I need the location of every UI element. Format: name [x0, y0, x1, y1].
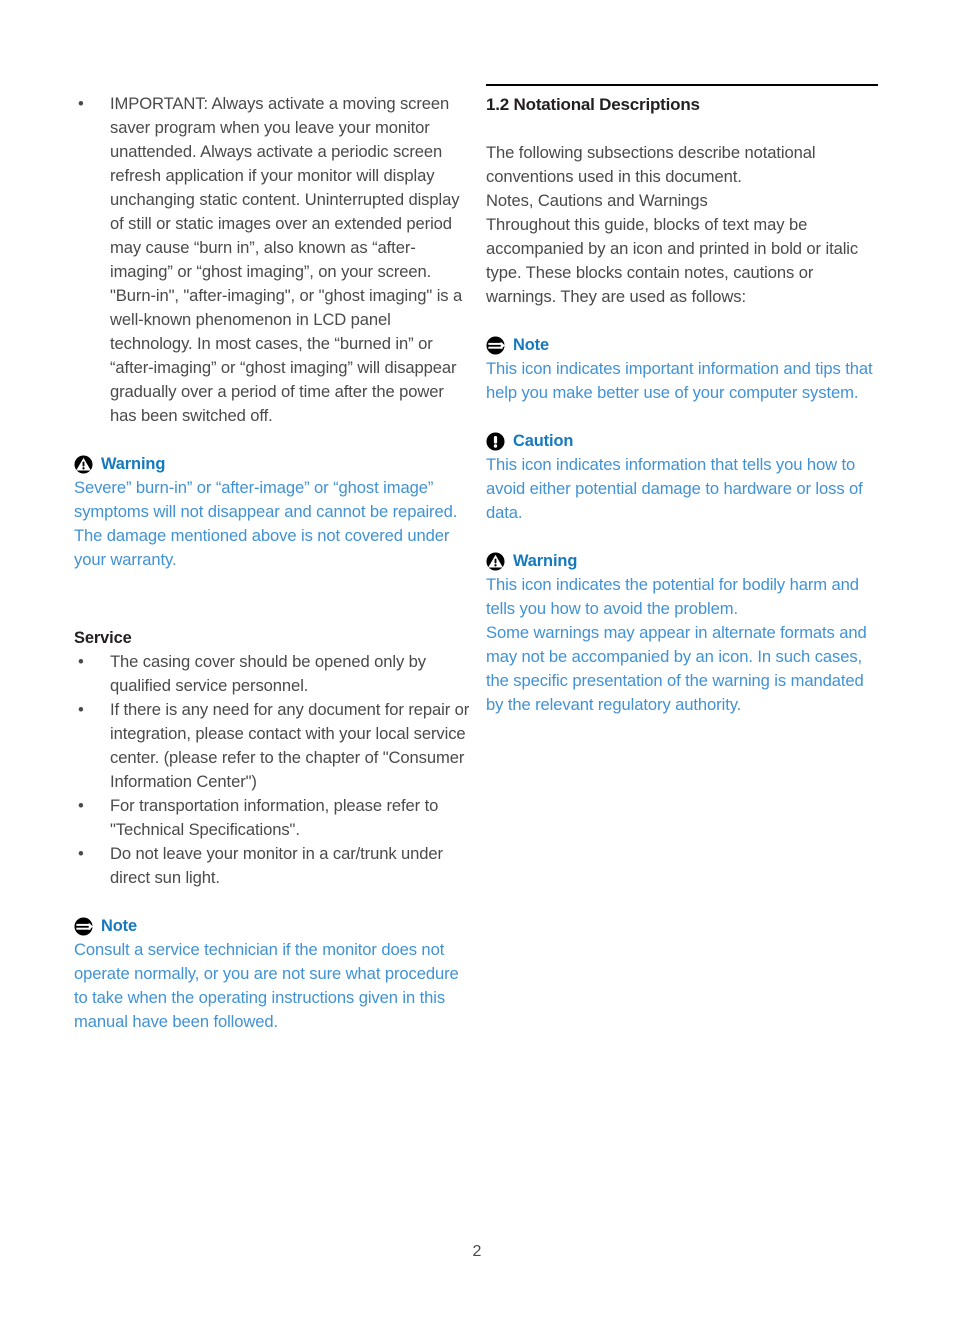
bullet-glyph: • [78, 94, 84, 113]
warning-triangle-icon [486, 551, 505, 571]
important-bullet-text: IMPORTANT: Always activate a moving scre… [110, 94, 463, 425]
notice-title: Warning [513, 552, 578, 570]
list-item: • IMPORTANT: Always activate a moving sc… [74, 92, 474, 428]
notice-header: Note [486, 333, 878, 357]
notice-body: Consult a service technician if the moni… [74, 940, 459, 1031]
note-notice-right: Note This icon indicates important infor… [486, 333, 878, 405]
notice-body: This icon indicates important informatio… [486, 359, 873, 402]
chapter-heading: 1.2 Notational Descriptions [486, 95, 700, 114]
notice-body: This icon indicates information that tel… [486, 455, 863, 522]
warning-notice-left: Warning Severe” burn-in” or “after-image… [74, 452, 474, 572]
page-number: 2 [472, 1243, 482, 1260]
service-item-text: If there is any need for any document fo… [110, 700, 470, 791]
list-item: • For transportation information, please… [74, 794, 474, 842]
caution-notice-right: Caution This icon indicates information … [486, 429, 878, 525]
notice-body-2: Some warnings may appear in alternate fo… [486, 623, 867, 714]
list-item: • If there is any need for any document … [74, 698, 474, 794]
right-column: 1.2 Notational Descriptions The followin… [486, 84, 878, 717]
intro-paragraph-1: The following subsections describe notat… [486, 143, 816, 186]
left-column: • IMPORTANT: Always activate a moving sc… [74, 92, 474, 1034]
document-page: • IMPORTANT: Always activate a moving sc… [0, 0, 954, 1334]
bullet-glyph: • [78, 700, 84, 719]
bullet-glyph: • [78, 844, 84, 863]
list-item: • The casing cover should be opened only… [74, 650, 474, 698]
notice-header: Caution [486, 429, 878, 453]
notice-title: Note [101, 917, 138, 935]
notice-title: Note [513, 336, 550, 354]
notice-body-1: This icon indicates the potential for bo… [486, 575, 859, 618]
intro-paragraph-3: Throughout this guide, blocks of text ma… [486, 215, 859, 306]
bullet-glyph: • [78, 796, 84, 815]
section-divider-rule [486, 84, 878, 86]
notice-title: Warning [101, 455, 166, 473]
intro-paragraph-2: Notes, Cautions and Warnings [486, 191, 708, 210]
service-bullet-list: • The casing cover should be opened only… [74, 650, 474, 890]
notice-title: Caution [513, 432, 574, 450]
notice-header: Warning [486, 549, 878, 573]
notice-header: Note [74, 914, 474, 938]
notice-body: Severe” burn-in” or “after-image” or “gh… [74, 478, 458, 569]
note-lines-icon [486, 335, 505, 355]
warning-triangle-icon [74, 454, 93, 474]
service-item-text: Do not leave your monitor in a car/trunk… [110, 844, 443, 887]
warning-notice-right: Warning This icon indicates the potentia… [486, 549, 878, 717]
caution-exclamation-icon [486, 431, 505, 451]
service-heading: Service [74, 629, 132, 647]
note-notice-left: Note Consult a service technician if the… [74, 914, 474, 1034]
notice-header: Warning [74, 452, 474, 476]
list-item: • Do not leave your monitor in a car/tru… [74, 842, 474, 890]
service-item-text: For transportation information, please r… [110, 796, 439, 839]
service-item-text: The casing cover should be opened only b… [110, 652, 427, 695]
note-lines-icon [74, 916, 93, 936]
bullet-glyph: • [78, 652, 84, 671]
important-bullet-list: • IMPORTANT: Always activate a moving sc… [74, 92, 474, 428]
